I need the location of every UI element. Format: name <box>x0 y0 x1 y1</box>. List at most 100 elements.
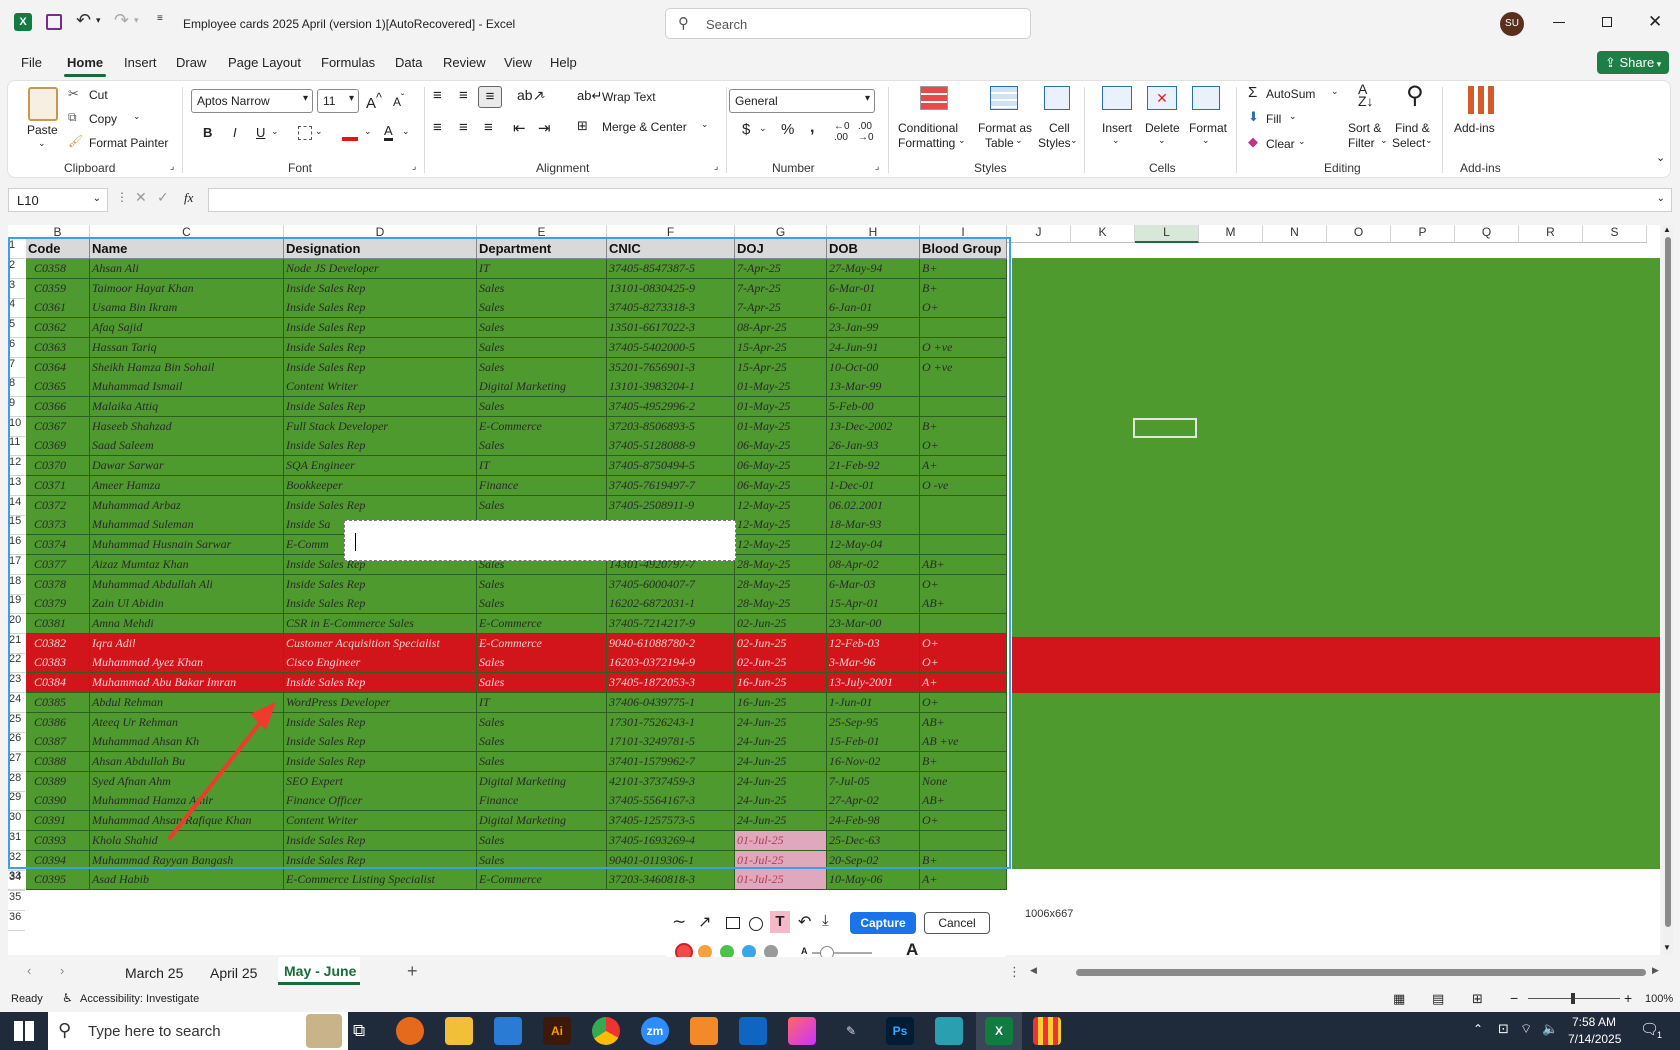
tab-file[interactable]: File <box>21 55 42 70</box>
taskbar-search[interactable]: ⚲ Type here to search <box>48 1012 348 1050</box>
minimize-icon[interactable] <box>1553 22 1565 23</box>
firefox-icon[interactable] <box>396 1017 424 1045</box>
table-cell[interactable]: A+ <box>920 870 1007 891</box>
sheet-options-icon[interactable]: ⋮ <box>1008 964 1021 980</box>
align-middle-icon[interactable]: ≡ <box>459 87 468 104</box>
tab-page-layout[interactable]: Page Layout <box>228 55 301 70</box>
cut-button[interactable]: Cut <box>89 88 108 102</box>
cell-styles-icon[interactable] <box>1044 86 1070 110</box>
text-tool-icon[interactable]: T <box>770 911 790 933</box>
table-cell[interactable]: Asad Habib <box>90 870 284 891</box>
clear-dropdown-icon[interactable]: ⌄ <box>1298 136 1306 147</box>
rectangle-tool-icon[interactable] <box>726 917 740 929</box>
align-top-icon[interactable]: ≡ <box>433 87 442 104</box>
table-cell[interactable]: 37203-3460818-3 <box>607 870 735 891</box>
scroll-thumb[interactable] <box>1665 237 1671 927</box>
decrease-font-icon[interactable]: Aˇ <box>393 93 404 109</box>
text-size-slider[interactable] <box>812 946 872 960</box>
percent-icon[interactable]: % <box>781 121 794 138</box>
increase-font-icon[interactable]: A^ <box>366 91 382 112</box>
format-as-table-icon[interactable] <box>990 86 1018 110</box>
copy-button[interactable]: Copy <box>89 112 117 126</box>
h-scroll-right-icon[interactable]: ▶ <box>1652 965 1659 976</box>
font-size-combo[interactable]: 11 ▾ <box>317 89 359 113</box>
paste-button[interactable]: Paste <box>27 123 58 137</box>
freehand-tool-icon[interactable]: ∼ <box>672 912 686 932</box>
fill-color-dropdown-icon[interactable]: ⌄ <box>364 126 372 137</box>
column-header-k[interactable]: K <box>1071 225 1135 243</box>
page-layout-view-icon[interactable]: ▤ <box>1432 991 1444 1007</box>
xampp-icon[interactable] <box>690 1017 718 1045</box>
pen-tool-icon[interactable]: ✎ <box>837 1017 865 1045</box>
tab-draw[interactable]: Draw <box>176 55 206 70</box>
add-ins-icon[interactable] <box>1468 86 1496 114</box>
h-scroll-left-icon[interactable]: ◀ <box>1030 965 1037 976</box>
undo-annotation-icon[interactable]: ↶ <box>798 912 811 932</box>
conditional-formatting-label1[interactable]: Conditional <box>898 121 958 135</box>
format-cells-icon[interactable] <box>1192 86 1220 110</box>
merge-dropdown-icon[interactable]: ⌄ <box>701 119 709 130</box>
conditional-formatting-label2[interactable]: Formatting <box>898 136 955 150</box>
vscode-icon[interactable] <box>494 1017 522 1045</box>
zoom-slider-handle[interactable] <box>1571 993 1575 1004</box>
format-painter-button[interactable]: Format Painter <box>89 136 168 150</box>
column-header-p[interactable]: P <box>1391 225 1455 243</box>
format-as-table-dropdown-icon[interactable]: ⌄ <box>1015 135 1023 146</box>
accessibility-status[interactable]: Accessibility: Investigate <box>80 993 199 1005</box>
excel-taskbar-active[interactable]: X <box>976 1012 1022 1050</box>
cell-styles-dropdown-icon[interactable]: ⌄ <box>1070 135 1078 146</box>
insert-cells-icon[interactable] <box>1102 86 1132 110</box>
tray-expand-icon[interactable]: ⌃ <box>1473 1022 1483 1036</box>
tray-wifi-icon[interactable]: ⌔ <box>1520 1021 1532 1037</box>
align-bottom-icon[interactable]: ≡ <box>478 86 502 108</box>
sort-filter-label1[interactable]: Sort & <box>1348 121 1381 135</box>
increase-indent-icon[interactable]: ⇥ <box>538 119 551 137</box>
table-cell[interactable]: E-Commerce Listing Specialist <box>284 870 477 891</box>
page-break-view-icon[interactable]: ⊞ <box>1472 991 1483 1007</box>
save-icon[interactable] <box>46 14 62 30</box>
customize-qat-icon[interactable]: ≡ <box>157 13 163 24</box>
column-header-j[interactable]: J <box>1007 225 1071 243</box>
restore-icon[interactable] <box>1602 17 1612 27</box>
tab-review[interactable]: Review <box>443 55 486 70</box>
name-box[interactable]: L10 ⌄ <box>8 188 108 212</box>
cell-styles-label1[interactable]: Cell <box>1049 121 1070 135</box>
arrow-tool-icon[interactable]: ↗ <box>698 912 711 932</box>
column-header-s[interactable]: S <box>1583 225 1647 243</box>
worksheet-grid[interactable]: BCDEFGHIJKLMNOPQRS 1 Code Name Designation D… <box>8 225 1673 955</box>
row-header[interactable]: 35 <box>8 891 25 911</box>
format-cells-dropdown-icon[interactable]: ⌄ <box>1202 135 1210 146</box>
row-header[interactable]: 36 <box>8 911 25 931</box>
zoom-level[interactable]: 100% <box>1645 993 1673 1005</box>
column-header-n[interactable]: N <box>1263 225 1327 243</box>
search-box[interactable]: ⚲ Search <box>665 8 1031 39</box>
zoom-slider[interactable] <box>1528 993 1620 1004</box>
add-ins-button[interactable]: Add-ins <box>1454 121 1495 135</box>
next-sheet-icon[interactable]: › <box>60 963 64 978</box>
find-select-label2[interactable]: Select <box>1392 136 1425 150</box>
conditional-formatting-icon[interactable] <box>920 86 948 110</box>
tab-insert[interactable]: Insert <box>124 55 157 70</box>
underline-button[interactable]: U <box>256 125 265 140</box>
capture-button[interactable]: Capture <box>850 912 916 934</box>
fill-button[interactable]: Fill <box>1266 112 1281 126</box>
number-launcher-icon[interactable]: ⌟ <box>875 161 879 172</box>
delete-cells-icon[interactable]: ✕ <box>1147 86 1177 110</box>
format-cells-button[interactable]: Format <box>1189 121 1227 135</box>
find-select-dropdown-icon[interactable]: ⌄ <box>1425 135 1433 146</box>
task-view-icon[interactable]: ⧉ <box>353 1021 365 1041</box>
format-as-table-label2[interactable]: Table <box>985 136 1014 150</box>
column-header-r[interactable]: R <box>1519 225 1583 243</box>
windows-start-icon[interactable] <box>14 1021 34 1041</box>
sort-filter-icon[interactable]: A Z↓ <box>1358 82 1374 108</box>
selected-cell-l10[interactable] <box>1133 418 1197 438</box>
column-header-o[interactable]: O <box>1327 225 1391 243</box>
tab-view[interactable]: View <box>504 55 532 70</box>
orientation-dropdown-icon[interactable]: ⌄ <box>539 90 547 101</box>
outlook-icon[interactable] <box>739 1017 767 1045</box>
align-left-icon[interactable]: ≡ <box>433 119 442 136</box>
screenshot-tool-icon[interactable] <box>1033 1017 1061 1045</box>
normal-view-icon[interactable]: ▦ <box>1393 991 1405 1007</box>
bold-button[interactable]: B <box>203 125 212 140</box>
file-explorer-icon[interactable] <box>445 1017 473 1045</box>
